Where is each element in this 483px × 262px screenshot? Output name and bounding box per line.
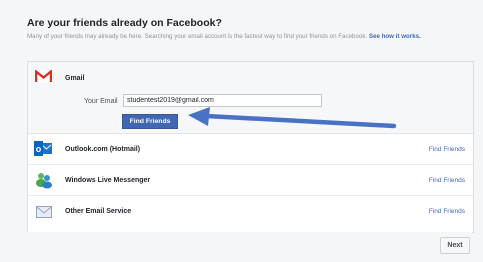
windows-live-messenger-icon bbox=[35, 171, 53, 194]
find-friends-page: Are your friends already on Facebook? Ma… bbox=[0, 0, 483, 262]
annotation-arrow-icon bbox=[188, 107, 397, 129]
provider-panel: Gmail Your Email Find Friends o Outlook.… bbox=[27, 61, 474, 233]
provider-name: Windows Live Messenger bbox=[65, 177, 151, 184]
provider-row-messenger: Windows Live Messenger Find Friends bbox=[28, 165, 473, 196]
see-how-it-works-link[interactable]: See how it works. bbox=[369, 33, 421, 40]
gmail-icon bbox=[34, 69, 53, 88]
subtitle-text: Many of your friends may already be here… bbox=[27, 33, 368, 40]
email-field[interactable] bbox=[123, 94, 322, 107]
provider-name: Outlook.com (Hotmail) bbox=[65, 146, 141, 153]
envelope-icon bbox=[36, 205, 52, 223]
page-subtitle: Many of your friends may already be here… bbox=[27, 33, 472, 41]
find-friends-button[interactable]: Find Friends bbox=[122, 114, 178, 129]
provider-name: Other Email Service bbox=[65, 208, 132, 215]
next-button[interactable]: Next bbox=[440, 237, 470, 254]
outlook-icon: o bbox=[34, 141, 52, 161]
page-header: Are your friends already on Facebook? Ma… bbox=[27, 17, 472, 41]
find-friends-link[interactable]: Find Friends bbox=[429, 177, 465, 184]
page-title: Are your friends already on Facebook? bbox=[27, 17, 222, 29]
provider-row-outlook: o Outlook.com (Hotmail) Find Friends bbox=[28, 134, 473, 165]
provider-row-other-email: Other Email Service Find Friends bbox=[28, 196, 473, 226]
svg-text:o: o bbox=[36, 144, 42, 154]
footer-bar: Next bbox=[27, 232, 472, 262]
find-friends-link[interactable]: Find Friends bbox=[429, 208, 465, 215]
gmail-label: Gmail bbox=[65, 75, 85, 82]
your-email-label: Your Email bbox=[84, 98, 118, 105]
find-friends-link[interactable]: Find Friends bbox=[429, 146, 465, 153]
